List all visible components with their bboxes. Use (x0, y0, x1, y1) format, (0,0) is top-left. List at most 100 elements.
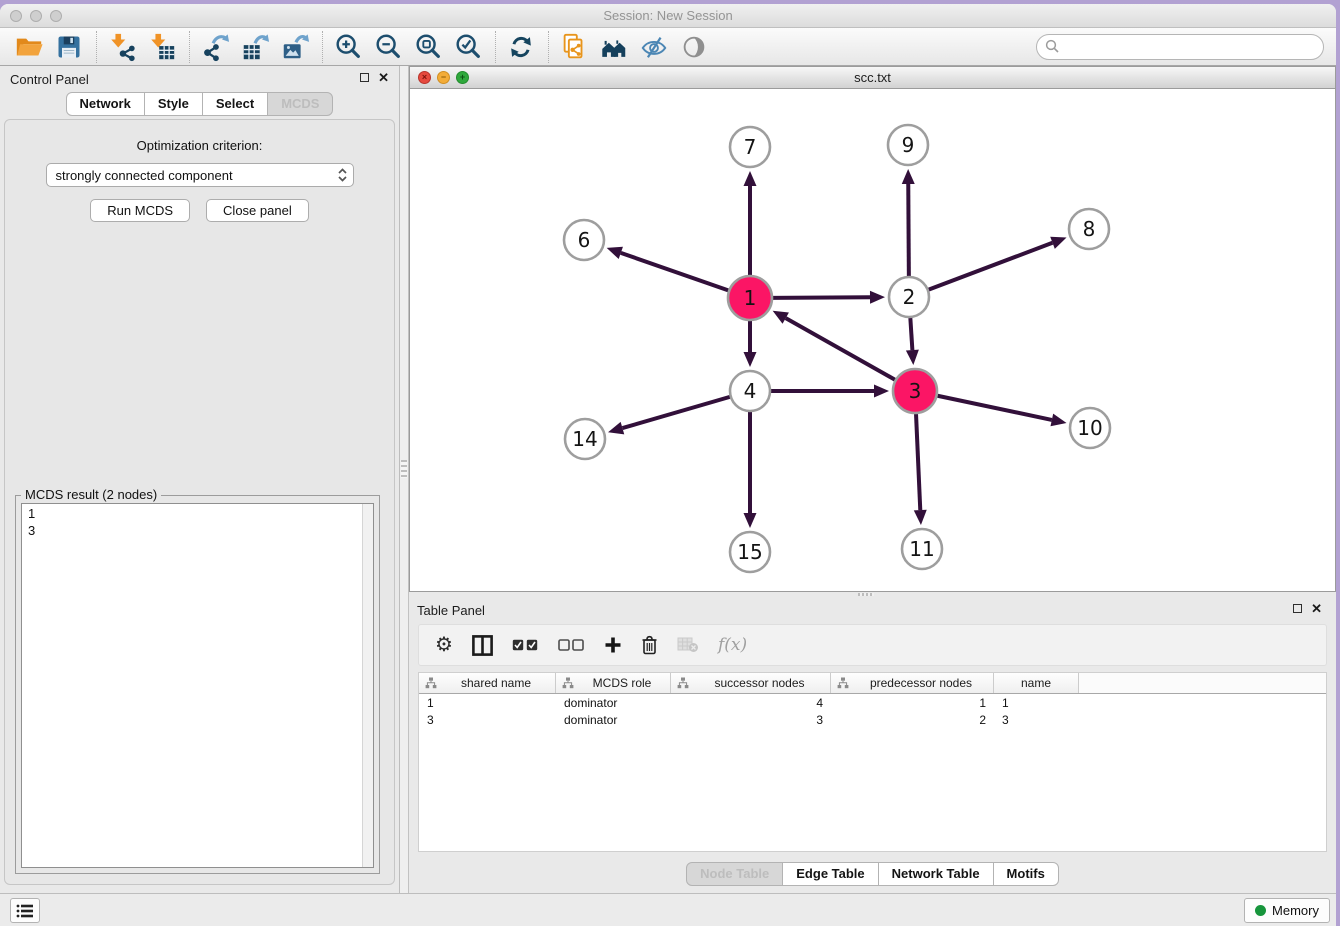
desktop: Session: New Session (0, 0, 1340, 926)
table-cell[interactable]: 3 (419, 713, 556, 727)
node-label-14: 14 (572, 427, 597, 451)
edge-4-14[interactable] (622, 397, 729, 428)
close-window-icon[interactable] (10, 10, 22, 22)
tab-select[interactable]: Select (202, 92, 268, 116)
toggle-column-display-icon[interactable] (472, 635, 493, 656)
table-cell[interactable]: 4 (671, 696, 831, 710)
splitter-grip[interactable] (401, 460, 407, 478)
table-cell[interactable]: 3 (994, 713, 1079, 727)
delete-column-icon[interactable] (641, 635, 658, 655)
column-header-MCDS-role[interactable]: MCDS role (556, 673, 671, 693)
duplicate-network-icon[interactable] (557, 30, 591, 64)
column-settings-gear-icon[interactable]: ⚙ (435, 635, 453, 655)
table-cell[interactable]: 1 (994, 696, 1079, 710)
tab-node-table[interactable]: Node Table (686, 862, 783, 886)
minimize-window-icon[interactable] (30, 10, 42, 22)
column-header-name[interactable]: name (994, 673, 1079, 693)
float-panel-icon[interactable] (1293, 604, 1302, 613)
export-image-icon[interactable] (278, 30, 312, 64)
run-mcds-button[interactable]: Run MCDS (90, 199, 190, 222)
task-history-button[interactable] (10, 898, 40, 923)
table-cell[interactable]: dominator (556, 713, 671, 727)
search-icon (1045, 39, 1060, 54)
edge-arrowhead (914, 510, 927, 525)
tab-style[interactable]: Style (144, 92, 203, 116)
zoom-fit-icon[interactable] (411, 30, 445, 64)
edge-2-3[interactable] (910, 318, 912, 350)
tab-edge-table[interactable]: Edge Table (782, 862, 878, 886)
column-header-predecessor-nodes[interactable]: predecessor nodes (831, 673, 994, 693)
close-panel-icon[interactable]: ✕ (1311, 603, 1322, 614)
select-all-rows-icon[interactable] (512, 639, 539, 651)
edge-2-8[interactable] (929, 243, 1053, 290)
column-header-shared-name[interactable]: shared name (419, 673, 556, 693)
table-cell[interactable]: 2 (831, 713, 994, 727)
deselect-all-rows-icon[interactable] (558, 639, 585, 651)
edge-1-6[interactable] (621, 253, 728, 291)
node-label-7: 7 (744, 135, 757, 159)
node-table[interactable]: shared name MCDS rolesuccessor nodesprede… (418, 672, 1327, 852)
splitter-grip[interactable] (858, 593, 874, 596)
table-header-row: shared name MCDS rolesuccessor nodesprede… (419, 673, 1326, 694)
tab-network-table[interactable]: Network Table (878, 862, 994, 886)
window-titlebar: Session: New Session (0, 4, 1336, 28)
frame-maximize-icon[interactable]: + (456, 71, 469, 84)
zoom-window-icon[interactable] (50, 10, 62, 22)
network-frame-titlebar: × − + scc.txt (410, 67, 1335, 89)
edge-1-2[interactable] (773, 297, 870, 298)
save-session-icon[interactable] (52, 30, 86, 64)
search-input[interactable] (1066, 37, 1323, 57)
close-panel-icon[interactable]: ✕ (378, 72, 389, 83)
criterion-select[interactable]: strongly connected component (46, 163, 354, 187)
tab-motifs[interactable]: Motifs (993, 862, 1059, 886)
frame-close-icon[interactable]: × (418, 71, 431, 84)
edge-3-11[interactable] (916, 414, 920, 510)
memory-button[interactable]: Memory (1244, 898, 1330, 923)
edge-arrowhead (744, 352, 757, 367)
task-list-icon (16, 903, 34, 919)
edge-arrowhead (744, 171, 757, 186)
edge-3-10[interactable] (938, 396, 1052, 420)
table-row[interactable]: 1dominator411 (419, 694, 1326, 711)
show-graphics-details-icon[interactable] (677, 30, 711, 64)
float-panel-icon[interactable] (360, 73, 369, 82)
network-canvas[interactable]: 7968124314101511 (410, 89, 1335, 591)
toolbar-separator (495, 31, 496, 63)
table-cell[interactable]: dominator (556, 696, 671, 710)
column-header-successor-nodes[interactable]: successor nodes (671, 673, 831, 693)
mcds-result-list[interactable]: 1 3 (21, 503, 374, 868)
app-window: Session: New Session (0, 4, 1336, 926)
table-cell[interactable]: 1 (419, 696, 556, 710)
vertical-splitter[interactable] (400, 66, 409, 893)
memory-status-icon (1255, 905, 1266, 916)
export-table-icon[interactable] (238, 30, 272, 64)
edge-arrowhead (874, 385, 889, 398)
zoom-selected-icon[interactable] (451, 30, 485, 64)
table-cell[interactable]: 1 (831, 696, 994, 710)
column-label: MCDS role (574, 676, 670, 690)
zoom-in-icon[interactable] (331, 30, 365, 64)
network-frame-title: scc.txt (410, 67, 1335, 88)
hierarchy-icon (837, 677, 849, 689)
table-row[interactable]: 3dominator323 (419, 711, 1326, 728)
result-scrollbar[interactable] (362, 504, 373, 867)
import-table-icon[interactable] (145, 30, 179, 64)
close-panel-button[interactable]: Close panel (206, 199, 309, 222)
table-cell[interactable]: 3 (671, 713, 831, 727)
mcds-panel: Optimization criterion: strongly connect… (4, 119, 395, 885)
search-box[interactable] (1036, 34, 1324, 60)
tab-mcds[interactable]: MCDS (267, 92, 333, 116)
home-icon[interactable] (597, 30, 631, 64)
hierarchy-icon (425, 677, 437, 689)
edge-3-1[interactable] (786, 318, 895, 380)
frame-minimize-icon[interactable]: − (437, 71, 450, 84)
open-file-icon[interactable] (12, 30, 46, 64)
tab-network[interactable]: Network (66, 92, 145, 116)
edge-2-9[interactable] (908, 184, 909, 276)
refresh-view-icon[interactable] (504, 30, 538, 64)
zoom-out-icon[interactable] (371, 30, 405, 64)
hide-graphics-details-icon[interactable] (637, 30, 671, 64)
import-network-icon[interactable] (105, 30, 139, 64)
add-column-icon[interactable] (604, 636, 622, 654)
export-network-icon[interactable] (198, 30, 232, 64)
